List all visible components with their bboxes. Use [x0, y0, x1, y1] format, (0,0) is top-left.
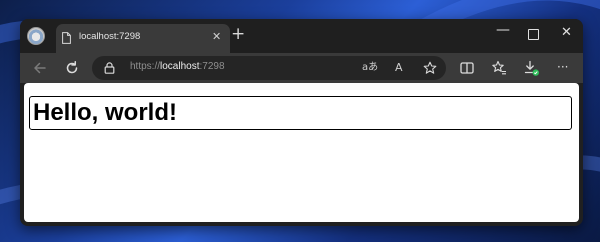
favorite-star-icon[interactable] — [423, 61, 437, 75]
favorites-icon[interactable] — [490, 59, 508, 77]
minimize-button[interactable]: — — [496, 23, 510, 37]
url-port: :7298 — [199, 61, 225, 72]
url-text: https://localhost:7298 — [130, 61, 225, 72]
document-icon — [62, 32, 71, 44]
title-bar: localhost:7298 ✕ + — ✕ — [20, 19, 583, 53]
profile-avatar[interactable] — [27, 27, 45, 45]
page-heading: Hello, world! — [33, 99, 177, 126]
maximize-button[interactable] — [528, 29, 539, 40]
downloads-icon[interactable] — [522, 59, 540, 77]
refresh-icon[interactable] — [63, 59, 81, 77]
tab-title: localhost:7298 — [79, 31, 141, 42]
more-icon[interactable]: ··· — [557, 60, 568, 74]
window-close-button[interactable]: ✕ — [561, 26, 572, 39]
address-bar[interactable]: https://localhost:7298 aあ A — [92, 56, 446, 80]
url-host: localhost — [160, 61, 200, 72]
text-size-icon[interactable]: A — [395, 60, 403, 76]
split-screen-icon[interactable] — [458, 59, 476, 77]
browser-window: localhost:7298 ✕ + — ✕ https://localhost… — [20, 19, 583, 226]
tab-localhost[interactable]: localhost:7298 ✕ — [56, 24, 230, 53]
page-content: Hello, world! — [24, 83, 579, 222]
tab-close-icon[interactable]: ✕ — [212, 31, 221, 42]
back-icon[interactable] — [31, 59, 49, 77]
lock-icon[interactable] — [104, 62, 115, 74]
new-tab-button[interactable]: + — [231, 26, 245, 43]
heading-container: Hello, world! — [29, 96, 572, 130]
navigation-toolbar: https://localhost:7298 aあ A ··· — [20, 53, 583, 83]
read-aloud-icon[interactable]: aあ — [362, 60, 378, 76]
url-scheme: https:// — [130, 61, 161, 72]
